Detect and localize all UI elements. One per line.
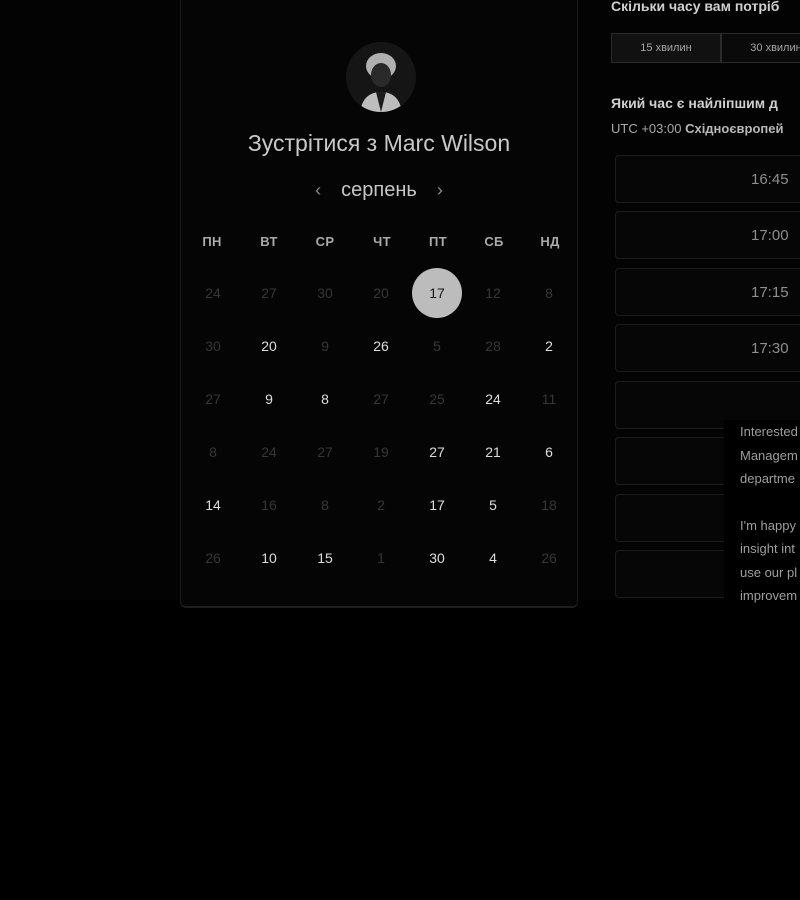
day-cell[interactable]: 20: [244, 321, 294, 371]
popup-line: use our pl: [740, 564, 798, 580]
popup-line: productivi: [740, 608, 800, 611]
day-cell: 25: [429, 391, 445, 407]
day-cell: 9: [321, 338, 329, 354]
day-cell[interactable]: 27: [412, 427, 462, 477]
time-slot[interactable]: 17:00: [615, 211, 800, 259]
popup-line: insight int: [740, 541, 795, 556]
time-slot-label: 17:15: [751, 283, 789, 301]
day-cell: 27: [261, 285, 277, 301]
time-slot[interactable]: 16:45: [615, 155, 800, 203]
time-slot-label: 17:30: [751, 339, 789, 357]
time-slot[interactable]: 17:15: [615, 268, 800, 316]
timezone-name: Східноєвропей: [685, 121, 784, 136]
time-slot-label: 16:45: [751, 170, 789, 188]
day-cell[interactable]: 9: [244, 374, 294, 424]
left-column: [0, 0, 180, 600]
day-cell[interactable]: 5: [468, 480, 518, 530]
day-cell: 27: [317, 444, 333, 460]
day-cell: 8: [545, 285, 553, 301]
popup-line: departme: [740, 471, 795, 486]
day-cell: 30: [205, 338, 221, 354]
day-cell[interactable]: 26: [356, 321, 406, 371]
popup-line: I'm happy: [740, 517, 796, 533]
avatar: [346, 42, 416, 112]
day-cell[interactable]: 24: [468, 374, 518, 424]
day-cell: 28: [485, 338, 501, 354]
popup-line: Interested: [740, 424, 798, 439]
day-cell: 16: [261, 497, 277, 513]
day-cell: 11: [541, 391, 557, 407]
popup-line: improvem: [740, 588, 798, 603]
month-label: серпень: [341, 178, 417, 201]
chevron-right-icon[interactable]: ›: [437, 180, 443, 201]
day-cell[interactable]: 15: [300, 533, 350, 583]
day-cell: 26: [541, 550, 557, 566]
weekday-label: НД: [540, 234, 560, 249]
day-cell: 24: [205, 285, 221, 301]
day-cell[interactable]: 17: [412, 480, 462, 530]
day-cell: 26: [205, 550, 221, 566]
timezone-offset: UTC +03:00: [611, 121, 682, 136]
day-cell: 27: [373, 391, 389, 407]
weekday-label: ПН: [202, 234, 222, 249]
host-name: Marc Wilson: [383, 130, 511, 156]
host-photo: [346, 42, 416, 112]
day-cell: 8: [209, 444, 217, 460]
page-title: Зустрітися з Marc Wilson: [181, 130, 577, 157]
duration-option-30[interactable]: 30 хвилин: [721, 33, 800, 63]
day-cell: 30: [317, 285, 333, 301]
weekday-label: ПТ: [429, 234, 447, 249]
duration-selector: 15 хвилин 30 хвилин: [611, 33, 800, 63]
weekday-label: СР: [315, 234, 335, 249]
day-cell: 5: [433, 338, 441, 354]
day-cell: 12: [485, 285, 501, 301]
month-navigation: ‹ серпень ›: [181, 175, 577, 205]
day-cell: 18: [541, 497, 557, 513]
day-cell[interactable]: 2: [524, 321, 574, 371]
message-popup: Interested Managem departme I'm happy in…: [724, 420, 800, 610]
day-cell[interactable]: 6: [524, 427, 574, 477]
timezone-label: UTC +03:00 Східноєвропей: [611, 121, 783, 136]
weekday-header: ПН ВТ СР ЧТ ПТ СБ НД: [181, 234, 577, 252]
day-cell: 8: [321, 497, 329, 513]
time-slot-label: 17:00: [751, 226, 789, 244]
duration-option-15[interactable]: 15 хвилин: [611, 33, 721, 63]
duration-question: Скільки часу вам потріб: [611, 0, 780, 14]
weekday-label: ВТ: [260, 234, 278, 249]
day-cell[interactable]: 10: [244, 533, 294, 583]
weekday-label: ЧТ: [373, 234, 391, 249]
title-prefix: Зустрітися з: [247, 130, 378, 156]
day-cell-selected[interactable]: 17: [412, 268, 462, 318]
time-slot[interactable]: 17:30: [615, 324, 800, 372]
day-cell: 20: [373, 285, 389, 301]
day-cell: 19: [373, 444, 389, 460]
day-cell: 27: [205, 391, 221, 407]
day-cell[interactable]: 21: [468, 427, 518, 477]
day-cell: 1: [377, 550, 385, 566]
day-cell: 24: [261, 444, 277, 460]
day-cell[interactable]: 30: [412, 533, 462, 583]
calendar-card: Зустрітися з Marc Wilson ‹ серпень › ПН …: [180, 0, 578, 608]
day-cell[interactable]: 8: [300, 374, 350, 424]
chevron-left-icon[interactable]: ‹: [315, 180, 321, 201]
day-cell: 2: [377, 497, 385, 513]
day-cell[interactable]: 4: [468, 533, 518, 583]
popup-line: Managem: [740, 447, 798, 463]
time-question: Який час є найліпшим д: [611, 95, 778, 111]
day-cell[interactable]: 14: [188, 480, 238, 530]
weekday-label: СБ: [484, 234, 504, 249]
